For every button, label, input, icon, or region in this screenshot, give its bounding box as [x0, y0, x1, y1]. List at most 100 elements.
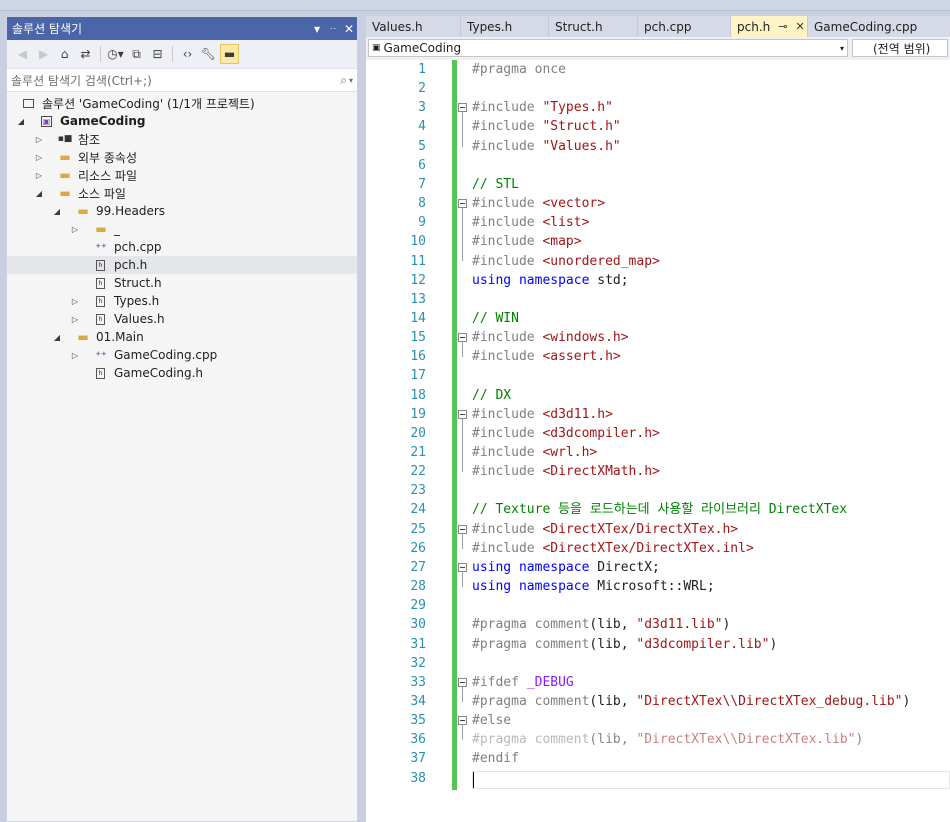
tab-pch-cpp[interactable]: pch.cpp — [638, 16, 731, 37]
code-line[interactable]: #pragma comment(lib, "d3d11.lib") — [472, 615, 730, 634]
tab-struct-h[interactable]: Struct.h — [549, 16, 638, 37]
tab-values-h[interactable]: Values.h — [366, 16, 461, 37]
code-line[interactable]: #else — [472, 711, 511, 730]
tree-item-types-h[interactable]: ▷ h Types.h — [7, 292, 357, 310]
tab-types-h[interactable]: Types.h — [461, 16, 549, 37]
search-options-chevron-down-icon[interactable]: ▾ — [349, 76, 353, 85]
forward-icon[interactable]: ▶ — [34, 44, 53, 64]
expanded-arrow-icon[interactable]: ◢ — [16, 117, 26, 126]
collapsed-arrow-icon[interactable]: ▷ — [34, 153, 44, 162]
code-line[interactable]: #include <DirectXTex/DirectXTex.inl> — [472, 539, 754, 558]
preview-selected-items-icon[interactable]: ▬ — [220, 44, 239, 64]
solution-explorer-titlebar: 솔루션 탐색기 ▾ ᆢ ✕ — [7, 17, 357, 40]
auto-hide-pin-icon[interactable]: ᆢ — [325, 20, 341, 37]
tree-item-pch-h[interactable]: h pch.h — [7, 256, 357, 274]
code-line[interactable]: #pragma comment(lib, "DirectXTex\\Direct… — [472, 692, 910, 711]
tree-item-source-files[interactable]: ◢ ▬ 소스 파일 — [7, 184, 357, 202]
back-icon[interactable]: ◀ — [13, 44, 32, 64]
properties-wrench-icon[interactable]: 🔧︎ — [199, 44, 218, 64]
tree-item-pch-cpp[interactable]: ⁺⁺ pch.cpp — [7, 238, 357, 256]
collapsed-arrow-icon[interactable]: ▷ — [70, 351, 80, 360]
code-line[interactable]: using namespace DirectX; — [472, 558, 660, 577]
tree-item-values-h[interactable]: ▷ h Values.h — [7, 310, 357, 328]
code-line[interactable]: using namespace std; — [472, 271, 629, 290]
code-line[interactable]: #include <windows.h> — [472, 328, 629, 347]
code-line[interactable]: #pragma once — [472, 60, 566, 79]
switch-views-icon[interactable]: ⇄ — [76, 44, 95, 64]
collapse-region-icon[interactable] — [458, 677, 467, 687]
collapse-region-icon[interactable] — [458, 333, 467, 343]
collapsed-arrow-icon[interactable]: ▷ — [70, 315, 80, 324]
code-line[interactable]: #include <assert.h> — [472, 347, 621, 366]
code-line[interactable]: #ifdef _DEBUG — [472, 673, 574, 692]
collapsed-arrow-icon[interactable]: ▷ — [70, 225, 80, 234]
panel-splitter[interactable] — [358, 16, 366, 822]
line-number: 8 — [418, 196, 426, 212]
tree-item-external-dependencies[interactable]: ▷ ▬ 외부 종속성 — [7, 148, 357, 166]
code-line[interactable]: #include <DirectXTex/DirectXTex.h> — [472, 520, 738, 539]
code-line[interactable]: #include <vector> — [472, 194, 605, 213]
code-line[interactable]: #include <unordered_map> — [472, 252, 660, 271]
tree-item-solution[interactable]: 솔루션 'GameCoding' (1/1개 프로젝트) — [7, 94, 357, 112]
tree-item-gamecoding-cpp[interactable]: ▷ ⁺⁺ GameCoding.cpp — [7, 346, 357, 364]
tree-item-resource-files[interactable]: ▷ ▬ 리소스 파일 — [7, 166, 357, 184]
pending-changes-filter-icon[interactable]: ◷▾ — [106, 44, 125, 64]
home-icon[interactable]: ⌂ — [55, 44, 74, 64]
code-line[interactable]: #include <d3dcompiler.h> — [472, 424, 660, 443]
tree-item-references[interactable]: ▷ ▪■ 참조 — [7, 130, 357, 148]
code-line[interactable]: #include <wrl.h> — [472, 443, 597, 462]
collapse-region-icon[interactable] — [458, 716, 467, 726]
pin-tab-icon[interactable]: ⊸ — [778, 20, 787, 33]
collapse-region-icon[interactable] — [458, 103, 467, 113]
scope-dropdown[interactable]: (전역 범위) — [852, 39, 948, 57]
expanded-arrow-icon[interactable]: ◢ — [52, 207, 62, 216]
tab-gamecoding-cpp[interactable]: GameCoding.cpp — [808, 16, 950, 37]
show-all-files-icon[interactable]: ‹› — [178, 44, 197, 64]
code-line[interactable]: // STL — [472, 175, 519, 194]
search-icon[interactable]: ⌕ — [340, 73, 347, 88]
window-position-dropdown-icon[interactable]: ▾ — [309, 22, 325, 36]
collapse-all-icon[interactable]: ⊟ — [148, 44, 167, 64]
tree-item-struct-h[interactable]: h Struct.h — [7, 274, 357, 292]
line-number: 13 — [410, 291, 426, 307]
expanded-arrow-icon[interactable]: ◢ — [34, 189, 44, 198]
collapse-region-icon[interactable] — [458, 524, 467, 534]
code-line[interactable]: // DX — [472, 386, 511, 405]
code-line[interactable]: #include <DirectXMath.h> — [472, 462, 660, 481]
collapse-region-icon[interactable] — [458, 409, 467, 419]
code-line[interactable]: #include "Values.h" — [472, 137, 621, 156]
code-line[interactable]: #include <d3d11.h> — [472, 405, 613, 424]
collapsed-arrow-icon[interactable]: ▷ — [34, 135, 44, 144]
collapse-region-icon[interactable] — [458, 562, 467, 572]
collapsed-arrow-icon[interactable]: ▷ — [70, 297, 80, 306]
tab-pch-h[interactable]: pch.h ⊸ ✕ — [731, 16, 808, 37]
line-number: 34 — [410, 693, 426, 709]
code-line[interactable]: // WIN — [472, 309, 519, 328]
project-dropdown[interactable]: ▣ GameCoding ▾ — [368, 39, 848, 57]
collapsed-arrow-icon[interactable]: ▷ — [34, 171, 44, 180]
sync-active-document-icon[interactable]: ⧉ — [127, 44, 146, 64]
collapse-region-icon[interactable] — [458, 199, 467, 209]
chevron-down-icon: ▾ — [839, 43, 844, 53]
tree-item-gamecoding-h[interactable]: h GameCoding.h — [7, 364, 357, 382]
tree-item-main-folder[interactable]: ◢ ▬ 01.Main — [7, 328, 357, 346]
tree-item-label: Values.h — [114, 312, 165, 326]
tree-item-headers-folder[interactable]: ◢ ▬ 99.Headers — [7, 202, 357, 220]
code-line[interactable]: using namespace Microsoft::WRL; — [472, 577, 715, 596]
search-input[interactable]: 솔루션 탐색기 검색(Ctrl+;) — [11, 72, 340, 89]
tree-item-underscore-folder[interactable]: ▷ ▬ _ — [7, 220, 357, 238]
code-line[interactable]: #include <map> — [472, 232, 582, 251]
close-icon[interactable]: ✕ — [341, 22, 357, 36]
solution-explorer-search[interactable]: 솔루션 탐색기 검색(Ctrl+;) ⌕ ▾ — [7, 69, 357, 92]
code-line[interactable]: #pragma comment(lib, "DirectXTex\\Direct… — [472, 730, 863, 749]
code-line[interactable]: #endif — [472, 749, 519, 768]
tree-item-project[interactable]: ◢ ▣ GameCoding — [7, 112, 357, 130]
expanded-arrow-icon[interactable]: ◢ — [52, 333, 62, 342]
code-line[interactable]: // Texture 등을 로드하는데 사용할 라이브러리 DirectXTex — [472, 500, 847, 519]
code-line[interactable]: #include "Types.h" — [472, 98, 613, 117]
code-line[interactable]: #include <list> — [472, 213, 589, 232]
code-editor[interactable]: 1 #pragma once 2 3 #include "Types.h" 4 #inclu… — [366, 60, 950, 822]
code-line[interactable]: #include "Struct.h" — [472, 117, 621, 136]
close-tab-icon[interactable]: ✕ — [795, 20, 804, 33]
code-line[interactable]: #pragma comment(lib, "d3dcompiler.lib") — [472, 635, 777, 654]
